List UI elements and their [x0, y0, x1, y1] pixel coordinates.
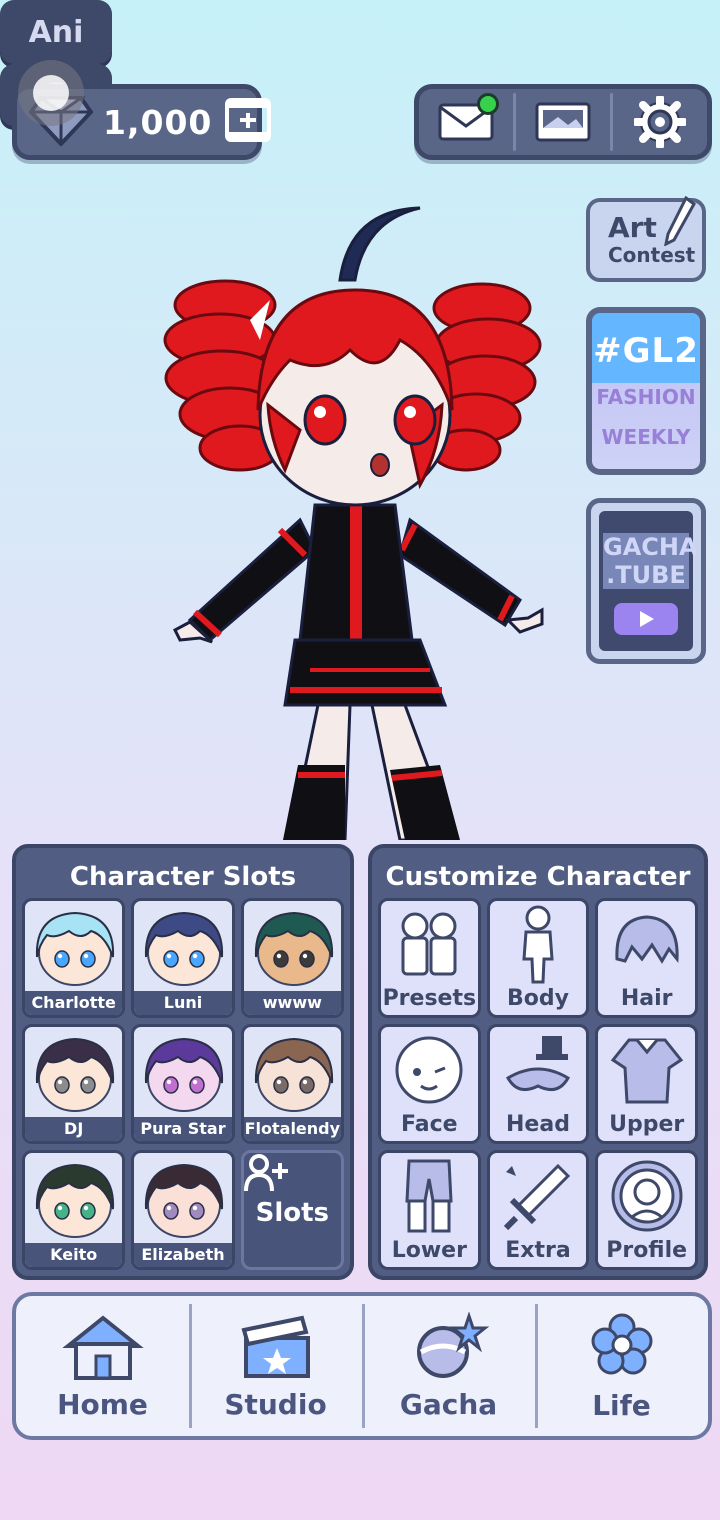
avatar [35, 1037, 115, 1112]
gear-icon [634, 96, 686, 148]
hair-icon [607, 901, 687, 986]
shirt-icon [607, 1027, 687, 1112]
notification-dot [477, 93, 499, 115]
touch-indicator [18, 60, 84, 126]
add-currency-icon[interactable] [224, 97, 272, 147]
character-slot[interactable]: wwww [240, 898, 344, 1018]
top-actions-bar [414, 84, 712, 160]
slot-name: Keito [25, 1243, 123, 1267]
character-slots-title: Character Slots [69, 862, 297, 892]
body-label: Body [507, 986, 569, 1011]
weekly-label: WEEKLY [601, 425, 691, 449]
avatar [254, 1037, 333, 1112]
currency-amount: 1,000 [103, 102, 213, 142]
profile-label: Profile [606, 1238, 688, 1263]
head-button[interactable]: Head [486, 1024, 590, 1144]
flower-icon [591, 1313, 652, 1374]
presets-button[interactable]: Presets [378, 898, 481, 1018]
character-slot[interactable]: Keito [22, 1150, 126, 1270]
face-label: Face [401, 1112, 458, 1137]
fashion-weekly-button[interactable]: #GL2 FASHION WEEKLY [586, 307, 706, 475]
add-user-icon [243, 1154, 288, 1192]
avatar [145, 1163, 224, 1238]
add-slot-label: Slots [255, 1198, 330, 1228]
presets-label: Presets [382, 986, 477, 1011]
nav-gacha[interactable]: Gacha [362, 1296, 535, 1436]
slot-name: Pura Star [134, 1117, 232, 1141]
customize-character-panel: Customize Character Presets Body Hair Fa… [368, 844, 708, 1280]
fashion-label: FASHION [596, 385, 696, 409]
nav-studio[interactable]: Studio [189, 1296, 362, 1436]
slot-name: Elizabeth [134, 1243, 232, 1267]
body-icon [508, 901, 568, 986]
image-icon [535, 102, 591, 142]
presets-icon [389, 901, 469, 986]
settings-button[interactable] [613, 89, 707, 155]
gallery-button[interactable] [516, 89, 610, 155]
profile-icon [607, 1153, 687, 1238]
mail-button[interactable] [419, 89, 513, 155]
nav-home[interactable]: Home [16, 1296, 189, 1436]
play-icon [614, 603, 678, 635]
character-slot[interactable]: Flotalendy [240, 1024, 344, 1144]
pencil-icon [662, 195, 696, 250]
character-slot[interactable]: DJ Phantom [22, 1024, 126, 1144]
nav-life[interactable]: Life [535, 1296, 708, 1436]
character-slot[interactable]: Charlotte [22, 898, 126, 1018]
slot-name: Luni [134, 991, 232, 1015]
profile-button[interactable]: Profile [595, 1150, 698, 1270]
gacha-tube-line1: GACHA [603, 533, 698, 561]
art-contest-button[interactable]: Art Contest [586, 195, 706, 282]
upper-button[interactable]: Upper [595, 1024, 698, 1144]
house-icon [61, 1314, 144, 1380]
hair-button[interactable]: Hair [595, 898, 698, 1018]
ani-button[interactable]: Ani [0, 0, 112, 64]
slot-name: Flotalendy [243, 1117, 341, 1141]
nav-studio-label: Studio [224, 1387, 327, 1421]
gacha-tube-button[interactable]: GACHA .TUBE [586, 498, 706, 664]
nav-home-label: Home [57, 1387, 148, 1421]
lower-button[interactable]: Lower [378, 1150, 481, 1270]
body-button[interactable]: Body [486, 898, 590, 1018]
extra-button[interactable]: Extra [486, 1150, 590, 1270]
extra-label: Extra [505, 1238, 571, 1263]
lower-label: Lower [391, 1238, 467, 1263]
gl2-tag: #GL2 [593, 331, 699, 371]
gacha-tube-line2: .TUBE [603, 561, 689, 589]
gacha-icon [416, 1311, 489, 1378]
head-label: Head [506, 1112, 570, 1137]
face-button[interactable]: Face [378, 1024, 481, 1144]
avatar [35, 1163, 115, 1238]
nav-life-label: Life [592, 1388, 651, 1422]
character-slot[interactable]: Elizabeth [131, 1150, 235, 1270]
customize-title: Customize Character [385, 862, 691, 892]
slot-name: Charlotte [25, 991, 123, 1015]
upper-label: Upper [609, 1112, 685, 1137]
add-slot-button[interactable]: Slots [240, 1150, 344, 1270]
pants-icon [399, 1153, 459, 1238]
slot-name: DJ Phantom [25, 1117, 123, 1141]
hair-label: Hair [620, 986, 673, 1011]
character-slot[interactable]: Pura Star [131, 1024, 235, 1144]
head-icon [498, 1027, 578, 1112]
character-preview[interactable] [150, 200, 560, 842]
avatar [145, 1037, 224, 1112]
character-slots-panel: Character Slots Charlotte Luni wwww DJ P… [12, 844, 354, 1280]
face-icon [389, 1027, 469, 1112]
clapperboard-icon [240, 1315, 310, 1378]
character-slot[interactable]: Luni [131, 898, 235, 1018]
sword-icon [498, 1153, 578, 1238]
slot-name: wwww [243, 991, 341, 1015]
avatar [35, 911, 115, 986]
nav-gacha-label: Gacha [399, 1387, 498, 1421]
avatar [145, 911, 224, 986]
avatar [254, 911, 333, 986]
bottom-navigation: Home Studio Gacha Life [12, 1292, 712, 1440]
